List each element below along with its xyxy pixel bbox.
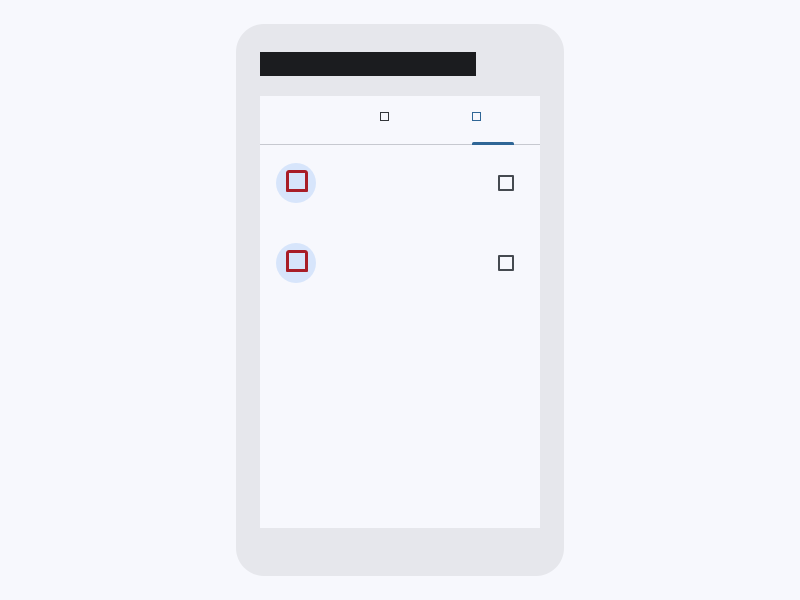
mark-icon — [286, 170, 308, 192]
checkbox-icon[interactable] — [498, 255, 514, 271]
tab-second[interactable] — [380, 112, 397, 121]
tab-bar — [260, 96, 540, 145]
content-panel — [260, 96, 540, 528]
list-item[interactable] — [260, 225, 540, 305]
avatar — [276, 243, 316, 283]
device-frame — [236, 24, 564, 576]
list-item[interactable] — [260, 145, 540, 225]
tab-third[interactable] — [472, 112, 489, 121]
tab-third-icon — [472, 112, 481, 121]
checkbox-icon[interactable] — [498, 175, 514, 191]
avatar — [276, 163, 316, 203]
mark-icon — [286, 250, 308, 272]
item-list — [260, 145, 540, 305]
tab-second-icon — [380, 112, 389, 121]
app-title — [260, 52, 476, 76]
